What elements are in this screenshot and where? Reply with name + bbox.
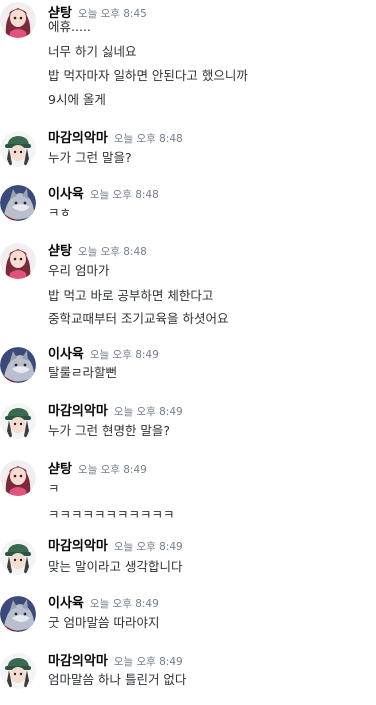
message-header: 마감의악마 오늘 오후 8:49 [48,400,183,419]
timestamp: 오늘 오후 8:49 [89,349,159,361]
message-header: 샫탕 오늘 오후 8:45 [48,2,147,21]
pink-haired-girl-avatar [0,2,36,38]
avatar[interactable] [0,347,36,383]
message-text: 맞는 말이라고 생각합니다 [48,559,183,574]
timestamp: 오늘 오후 8:49 [77,464,147,476]
avatar[interactable] [0,403,36,439]
wolf-avatar [0,347,36,383]
message-text: 에휴..... [48,19,91,34]
message-text: 밥 먹자마자 일하면 안된다고 했으니까 [48,68,248,83]
message-header: 샫탕 오늘 오후 8:48 [48,240,147,259]
message-header: 이사육 오늘 오후 8:49 [48,343,159,362]
message-header: 마감의악마 오늘 오후 8:49 [48,535,183,554]
message-text: 너무 하기 싫네요 [48,44,137,59]
message-text: 엄마말씀 하나 틀린거 없다 [48,672,187,687]
avatar[interactable] [0,2,36,38]
timestamp: 오늘 오후 8:48 [77,246,147,258]
wolf-avatar [0,596,36,632]
timestamp: 오늘 오후 8:48 [89,189,159,201]
message-header: 이사육 오늘 오후 8:49 [48,592,159,611]
avatar[interactable] [0,539,36,575]
message-text: ㅋㅋㅋㅋㅋㅋㅋㅋㅋㅋㅋ [48,507,175,522]
username[interactable]: 마감의악마 [48,131,108,146]
timestamp: 오늘 오후 8:49 [113,541,183,553]
avatar[interactable] [0,596,36,632]
avatar[interactable] [0,243,36,279]
username[interactable]: 마감의악마 [48,404,108,419]
green-cap-character-avatar [0,653,36,689]
username[interactable]: 이사육 [48,596,84,611]
message-header: 샫탕 오늘 오후 8:49 [48,458,147,477]
green-cap-character-avatar [0,131,36,167]
avatar[interactable] [0,131,36,167]
message-header: 마감의악마 오늘 오후 8:48 [48,127,183,146]
message-text: 누가 그런 말을? [48,150,132,165]
message-text: 9시에 올게 [48,92,106,107]
message-text: 누가 그런 현명한 말을? [48,423,171,438]
username[interactable]: 마감의악마 [48,539,108,554]
avatar[interactable] [0,185,36,221]
avatar[interactable] [0,460,36,496]
message-text: ㅋ [48,481,60,496]
avatar[interactable] [0,653,36,689]
message-header: 마감의악마 오늘 오후 8:49 [48,650,183,669]
message-text: 중학교때부터 조기교육을 하셧어요 [48,311,229,326]
pink-haired-girl-avatar [0,243,36,279]
message-text: 탈룰ㄹ라할뻔 [48,365,118,380]
wolf-avatar [0,185,36,221]
green-cap-character-avatar [0,403,36,439]
message-text: 굿 엄마말씀 따라야지 [48,615,160,630]
timestamp: 오늘 오후 8:49 [113,656,183,668]
username[interactable]: 샫탕 [48,244,72,259]
username[interactable]: 이사육 [48,347,84,362]
pink-haired-girl-avatar [0,460,36,496]
message-text: 밥 먹고 바로 공부하면 체한다고 [48,288,214,303]
message-text: ㅋㅎ [48,205,72,220]
username[interactable]: 샫탕 [48,462,72,477]
message-text: 우리 엄마가 [48,263,110,278]
timestamp: 오늘 오후 8:49 [113,406,183,418]
username[interactable]: 이사육 [48,187,84,202]
timestamp: 오늘 오후 8:48 [113,133,183,145]
timestamp: 오늘 오후 8:49 [89,598,159,610]
green-cap-character-avatar [0,539,36,575]
message-header: 이사육 오늘 오후 8:48 [48,183,159,202]
username[interactable]: 마감의악마 [48,654,108,669]
